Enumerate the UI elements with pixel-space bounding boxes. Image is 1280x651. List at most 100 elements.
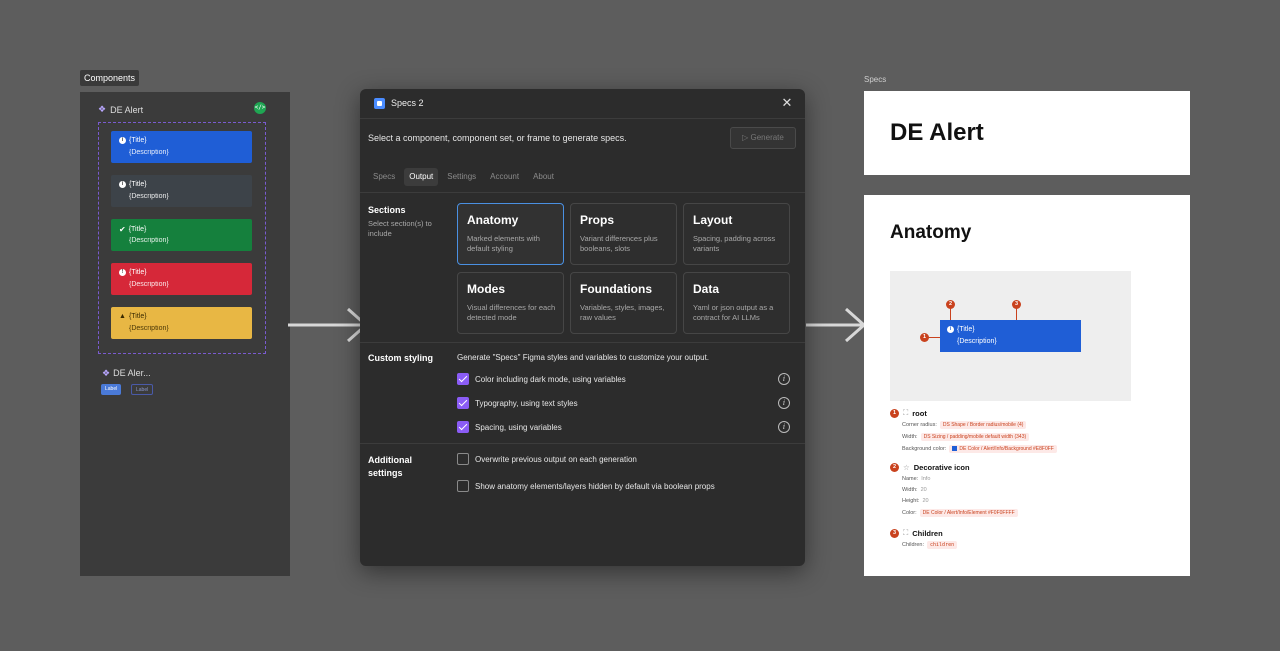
token-chip: DS Sizing / padding/mobile default width… <box>920 433 1030 441</box>
anatomy-prop-row: Children: children <box>902 541 958 549</box>
section-card-anatomy[interactable]: Anatomy Marked elements with default sty… <box>457 203 564 265</box>
alert-description: {Description} <box>129 281 169 288</box>
info-icon[interactable]: i <box>778 373 790 385</box>
component-set-name: DE Alert <box>110 104 144 115</box>
section-card-foundations[interactable]: Foundations Variables, styles, images, r… <box>570 272 677 334</box>
option-spacing[interactable]: Spacing, using variables <box>457 420 562 434</box>
option-color-dark-mode[interactable]: Color including dark mode, using variabl… <box>457 372 626 386</box>
checkbox-unchecked[interactable] <box>457 453 469 465</box>
info-icon[interactable]: i <box>778 397 790 409</box>
prop-value: 20 <box>920 487 927 493</box>
components-frame[interactable]: ❖ DE Alert </> i {Title} {Description} i{… <box>80 92 290 576</box>
tab-settings[interactable]: Settings <box>442 168 481 186</box>
anatomy-item-name: Children <box>912 528 943 538</box>
option-label: Overwrite previous output on each genera… <box>475 454 637 464</box>
alert-description: {Description} <box>957 338 997 345</box>
checkbox-unchecked[interactable] <box>457 480 469 492</box>
flow-arrow-icon <box>288 307 369 343</box>
flow-arrow-icon <box>806 307 867 343</box>
option-show-hidden-anatomy[interactable]: Show anatomy elements/layers hidden by d… <box>457 479 715 493</box>
card-description: Visual differences for each detected mod… <box>467 303 556 322</box>
anatomy-prop-row: Width: DS Sizing / padding/mobile defaul… <box>902 433 1030 441</box>
alert-variant-neutral[interactable]: i {Title} {Description} <box>111 175 252 207</box>
card-description: Variant differences plus booleans, slots <box>580 234 658 253</box>
card-description: Spacing, padding across variants <box>693 234 776 253</box>
card-title: Props <box>580 213 615 227</box>
anatomy-heading: Anatomy <box>890 222 972 243</box>
tab-output[interactable]: Output <box>404 168 439 186</box>
option-typography[interactable]: Typography, using text styles <box>457 396 578 410</box>
instruction-text: Select a component, component set, or fr… <box>368 133 627 143</box>
card-title: Layout <box>693 213 733 227</box>
color-swatch <box>952 446 958 452</box>
option-label: Typography, using text styles <box>475 398 578 408</box>
anatomy-item-children: 3 ⛶ Children <box>890 528 943 538</box>
instance-label-pill[interactable]: Label <box>131 384 154 395</box>
component-set-boundary: i {Title} {Description} i {Title} {Descrip… <box>98 122 266 354</box>
card-description: Variables, styles, images, raw values <box>580 303 665 322</box>
specs-frame-tag[interactable]: Specs <box>864 75 886 84</box>
code-icon[interactable]: </> <box>254 102 266 114</box>
checkbox-checked[interactable] <box>457 421 469 433</box>
alert-description: {Description} <box>129 149 169 156</box>
prop-value: Info <box>921 476 931 482</box>
heading-line: settings <box>368 468 403 478</box>
anatomy-marker: 2 <box>890 463 899 472</box>
info-icon[interactable]: i <box>778 421 790 433</box>
alert-title: {Title} <box>129 137 147 144</box>
section-card-layout[interactable]: Layout Spacing, padding across variants <box>683 203 790 265</box>
tab-about[interactable]: About <box>528 168 559 186</box>
prop-label: Corner radius: <box>902 422 937 428</box>
anatomy-prop-row: Name: Info <box>902 476 930 482</box>
component-instance[interactable]: ❖ DE Aler... <box>102 368 151 379</box>
instance-name: DE Aler... <box>113 368 151 378</box>
prop-label: Height: <box>902 498 920 504</box>
anatomy-item-root: 1 ⛶ root <box>890 408 927 418</box>
close-icon[interactable]: ✕ <box>779 95 795 111</box>
option-overwrite-output[interactable]: Overwrite previous output on each genera… <box>457 452 637 466</box>
spec-title-page[interactable]: DE Alert <box>864 91 1190 175</box>
spec-page-title: DE Alert <box>890 119 984 146</box>
tab-account[interactable]: Account <box>485 168 524 186</box>
prop-value: 20 <box>922 498 929 504</box>
dialog-title: Specs 2 <box>391 98 424 108</box>
dialog-titlebar[interactable]: Specs 2 ✕ <box>360 89 805 119</box>
alert-variant-info[interactable]: i {Title} {Description} <box>111 131 252 163</box>
star-icon: ☆ <box>903 463 910 472</box>
prop-label: Name: <box>902 476 919 482</box>
anatomy-marker: 1 <box>890 408 899 418</box>
token-chip: DS Shape / Border radius/mobile (4) <box>939 421 1027 429</box>
alert-variant-success[interactable]: ✔ {Title} {Description} <box>111 219 252 251</box>
card-description: Marked elements with default styling <box>467 234 540 253</box>
custom-styling-description: Generate "Specs" Figma styles and variab… <box>457 353 710 362</box>
section-card-modes[interactable]: Modes Visual differences for each detect… <box>457 272 564 334</box>
token-chip: DE Color / Alert/Info/Element #F0F0FFFF <box>919 509 1018 517</box>
section-card-props[interactable]: Props Variant differences plus booleans,… <box>570 203 677 265</box>
alert-variant-warning[interactable]: ▲ {Title} {Description} <box>111 307 252 339</box>
generate-button[interactable]: ▷ Generate <box>730 127 796 149</box>
card-title: Modes <box>467 282 506 296</box>
anatomy-item-decorative-icon: 2 ☆ Decorative icon <box>890 463 970 472</box>
checkbox-checked[interactable] <box>457 373 469 385</box>
spec-anatomy-page[interactable]: Anatomy 2 3 1 i {Title} {Description} 1 ⛶… <box>864 195 1190 576</box>
info-icon: i <box>119 181 126 188</box>
section-card-data[interactable]: Data Yaml or json output as a contract f… <box>683 272 790 334</box>
warning-icon: ▲ <box>119 313 126 320</box>
alert-title: {Title} <box>128 226 147 233</box>
prop-label: Children: <box>902 542 925 548</box>
component-set-header[interactable]: ❖ DE Alert <box>98 104 143 115</box>
anatomy-prop-row: Width: 20 <box>902 487 927 493</box>
section-divider <box>360 443 805 444</box>
anatomy-prop-row: Corner radius: DS Shape / Border radius/… <box>902 421 1027 429</box>
token-text: DE Color / Alert/Info/Background #E8F0FF <box>959 446 1054 452</box>
tab-specs[interactable]: Specs <box>368 168 400 186</box>
token-chip: children <box>927 541 958 549</box>
frame-icon: ⛶ <box>903 528 909 537</box>
components-frame-tag[interactable]: Components <box>80 70 140 86</box>
card-title: Data <box>693 282 720 296</box>
alert-description: {Description} <box>129 237 169 244</box>
info-icon: i <box>119 137 126 144</box>
alert-variant-error[interactable]: ! {Title} {Description} <box>111 263 252 295</box>
checkbox-checked[interactable] <box>457 397 469 409</box>
instance-label-pill[interactable]: Label <box>101 384 122 395</box>
